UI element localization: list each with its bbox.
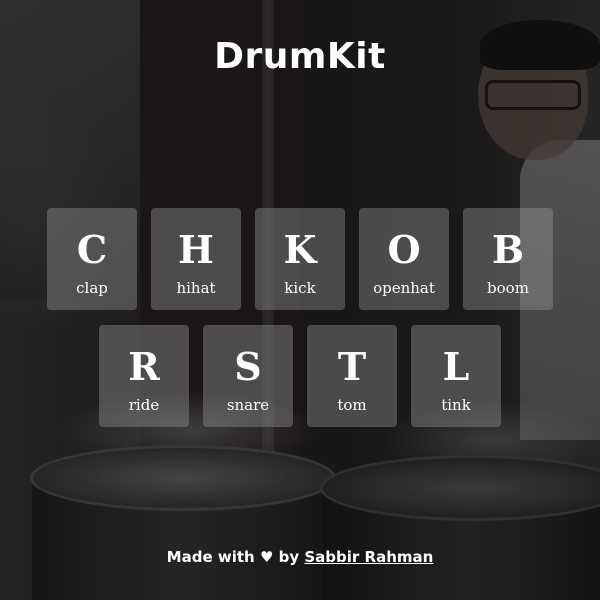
key-sound-label: openhat — [373, 279, 435, 297]
drum-key-tom[interactable]: T tom — [307, 325, 397, 427]
drum-key-tink[interactable]: L tink — [411, 325, 501, 427]
key-sound-label: ride — [128, 396, 160, 414]
footer-by: by — [278, 548, 300, 566]
key-letter: K — [283, 227, 317, 272]
key-sound-label: snare — [226, 396, 270, 414]
page-title: DrumKit — [214, 36, 386, 77]
key-letter: C — [76, 227, 108, 272]
drum-key-kick[interactable]: K kick — [255, 208, 345, 310]
key-letter: H — [178, 227, 214, 272]
key-letter: S — [234, 344, 262, 389]
key-letter: R — [128, 344, 160, 389]
keys-row-2: R ride S snare T tom L tink — [0, 325, 600, 427]
key-letter: L — [442, 344, 470, 389]
heart-icon: ♥ — [259, 548, 274, 566]
keys-row-1: C clap H hihat K kick O openhat B boom — [0, 208, 600, 310]
key-sound-label: clap — [76, 279, 108, 297]
drum-key-ride[interactable]: R ride — [99, 325, 189, 427]
footer: Made with ♥ by Sabbir Rahman — [0, 548, 600, 566]
key-sound-label: kick — [284, 279, 316, 297]
key-sound-label: boom — [487, 279, 529, 297]
drum-key-openhat[interactable]: O openhat — [359, 208, 449, 310]
key-letter: T — [337, 344, 367, 389]
author-link[interactable]: Sabbir Rahman — [304, 548, 433, 566]
key-sound-label: hihat — [176, 279, 216, 297]
drum-key-hihat[interactable]: H hihat — [151, 208, 241, 310]
drumkit-app: DrumKit C clap H hihat K kick O openhat … — [0, 0, 600, 600]
key-letter: O — [387, 227, 421, 272]
drum-key-boom[interactable]: B boom — [463, 208, 553, 310]
drum-key-clap[interactable]: C clap — [47, 208, 137, 310]
key-sound-label: tom — [337, 396, 367, 414]
key-sound-label: tink — [441, 396, 471, 414]
key-letter: B — [491, 227, 525, 272]
footer-prefix: Made with — [166, 548, 255, 566]
drum-key-snare[interactable]: S snare — [203, 325, 293, 427]
